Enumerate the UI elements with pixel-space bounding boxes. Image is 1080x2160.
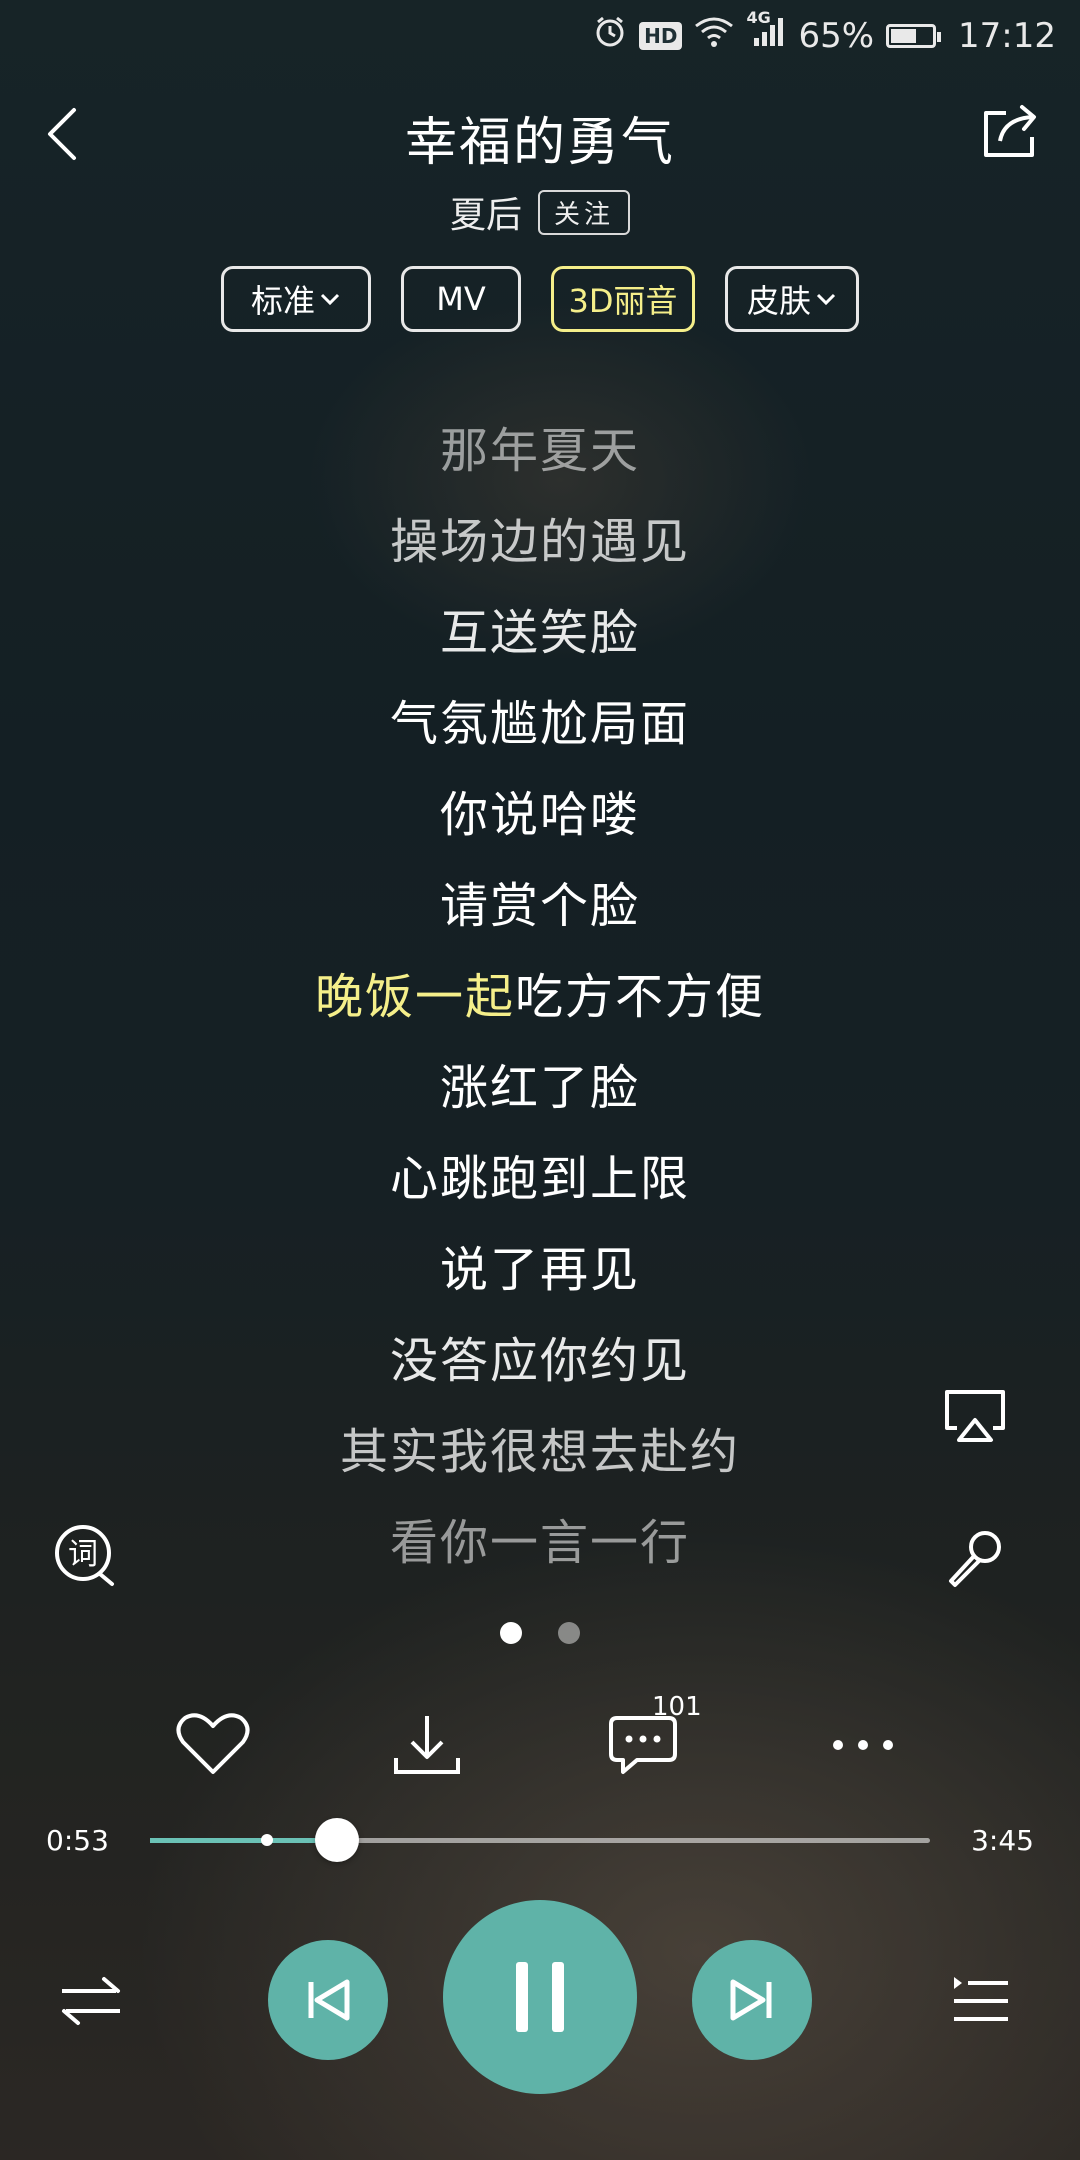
alarm-icon xyxy=(593,15,627,58)
play-pause-button[interactable] xyxy=(443,1900,637,2094)
shuffle-button[interactable] xyxy=(56,1966,126,2036)
seek-track[interactable] xyxy=(150,1818,930,1862)
clock: 17:12 xyxy=(958,16,1056,56)
page-indicator xyxy=(0,1622,1080,1644)
follow-button[interactable]: 关注 xyxy=(538,189,631,235)
share-button[interactable] xyxy=(978,96,1042,166)
comment-count: 101 xyxy=(652,1692,702,1722)
svg-text:词: 词 xyxy=(68,1537,98,1572)
battery-level xyxy=(891,29,916,43)
lyric-line: 看你一言一行 xyxy=(389,1514,690,1571)
chevron-down-icon xyxy=(320,293,340,306)
chevron-down-icon xyxy=(816,293,836,306)
quality-select-button[interactable]: 标准 xyxy=(221,266,371,332)
download-icon xyxy=(394,1716,460,1774)
3d-sound-button[interactable]: 3D丽音 xyxy=(551,266,695,332)
lyric-line: 心跳跑到上限 xyxy=(389,1150,690,1207)
download-button[interactable] xyxy=(382,1700,472,1790)
heart-icon xyxy=(176,1713,250,1774)
next-button[interactable] xyxy=(692,1940,812,2060)
lyric-line: 互送笑脸 xyxy=(439,604,640,661)
total-time: 3:45 xyxy=(971,1824,1034,1857)
lyric-line: 那年夏天 xyxy=(439,422,640,479)
lyric-mode-button[interactable]: 词 xyxy=(50,1520,120,1590)
current-lyric-sung: 晚饭一起 xyxy=(314,968,515,1025)
lyric-line: 其实我很想去赴约 xyxy=(339,1423,740,1480)
progress-bar: 0:53 3:45 xyxy=(0,1818,1080,1862)
playlist-icon xyxy=(954,1977,1008,2021)
hd-badge: HD xyxy=(639,22,683,50)
lyric-line: 操场边的遇见 xyxy=(389,513,690,570)
network-type: 4G xyxy=(746,7,771,27)
microphone-icon xyxy=(949,1531,1001,1587)
more-icon xyxy=(833,1740,893,1750)
current-time: 0:53 xyxy=(46,1824,109,1857)
karaoke-button[interactable] xyxy=(940,1524,1010,1594)
more-button[interactable] xyxy=(818,1700,908,1790)
page-dot xyxy=(558,1622,580,1644)
quality-label: 标准 xyxy=(250,282,315,320)
status-bar: HD 4G 65% 17:12 xyxy=(0,0,1080,72)
progress-buffer-dot xyxy=(261,1834,273,1846)
cast-button[interactable] xyxy=(940,1386,1010,1446)
battery-percent: 65% xyxy=(798,16,875,56)
lyric-line: 你说哈喽 xyxy=(439,786,640,843)
lyric-line: 气氛尴尬局面 xyxy=(389,695,690,752)
current-lyric-unsung: 吃方不方便 xyxy=(515,968,766,1025)
lyrics-panel[interactable]: 那年夏天 操场边的遇见 互送笑脸 气氛尴尬局面 你说哈喽 请赏个脸 晚饭一起 吃方… xyxy=(0,400,1080,1583)
next-icon xyxy=(730,1979,772,2021)
lyric-line: 没答应你约见 xyxy=(389,1332,690,1389)
cast-icon xyxy=(945,1390,1005,1442)
battery-icon xyxy=(886,24,942,48)
comment-button[interactable]: 101 xyxy=(598,1692,702,1790)
lyric-line: 涨红了脸 xyxy=(439,1059,640,1116)
seek-thumb[interactable] xyxy=(315,1818,360,1862)
lyric-line: 说了再见 xyxy=(439,1241,640,1298)
previous-button[interactable] xyxy=(268,1940,388,2060)
share-icon xyxy=(984,105,1036,157)
like-button[interactable] xyxy=(168,1700,258,1790)
page-dot-active xyxy=(500,1622,522,1644)
song-title: 幸福的勇气 xyxy=(404,113,675,173)
lyric-line: 请赏个脸 xyxy=(439,877,640,934)
mv-label: MV xyxy=(436,280,486,318)
playback-controls xyxy=(0,1900,1080,2100)
mv-button[interactable]: MV xyxy=(401,266,521,332)
artist-row: 夏后 关注 xyxy=(0,186,1080,238)
3d-sound-label: 3D丽音 xyxy=(568,282,678,320)
cellular-signal-icon: 4G xyxy=(746,8,786,57)
shuffle-icon xyxy=(62,1977,120,2025)
playlist-button[interactable] xyxy=(946,1966,1016,2036)
progress-played xyxy=(150,1838,338,1843)
options-row: 标准 MV 3D丽音 皮肤 xyxy=(0,266,1080,332)
current-lyric-line: 晚饭一起 吃方不方便 xyxy=(0,946,1080,1037)
artist-name[interactable]: 夏后 xyxy=(450,186,522,238)
wifi-icon xyxy=(694,16,734,57)
skin-select-button[interactable]: 皮肤 xyxy=(725,266,859,332)
skin-label: 皮肤 xyxy=(746,282,811,320)
pause-icon xyxy=(516,1962,564,2032)
lyric-mode-icon: 词 xyxy=(55,1525,114,1586)
previous-icon xyxy=(308,1979,350,2021)
action-row: 101 xyxy=(0,1692,1080,1790)
